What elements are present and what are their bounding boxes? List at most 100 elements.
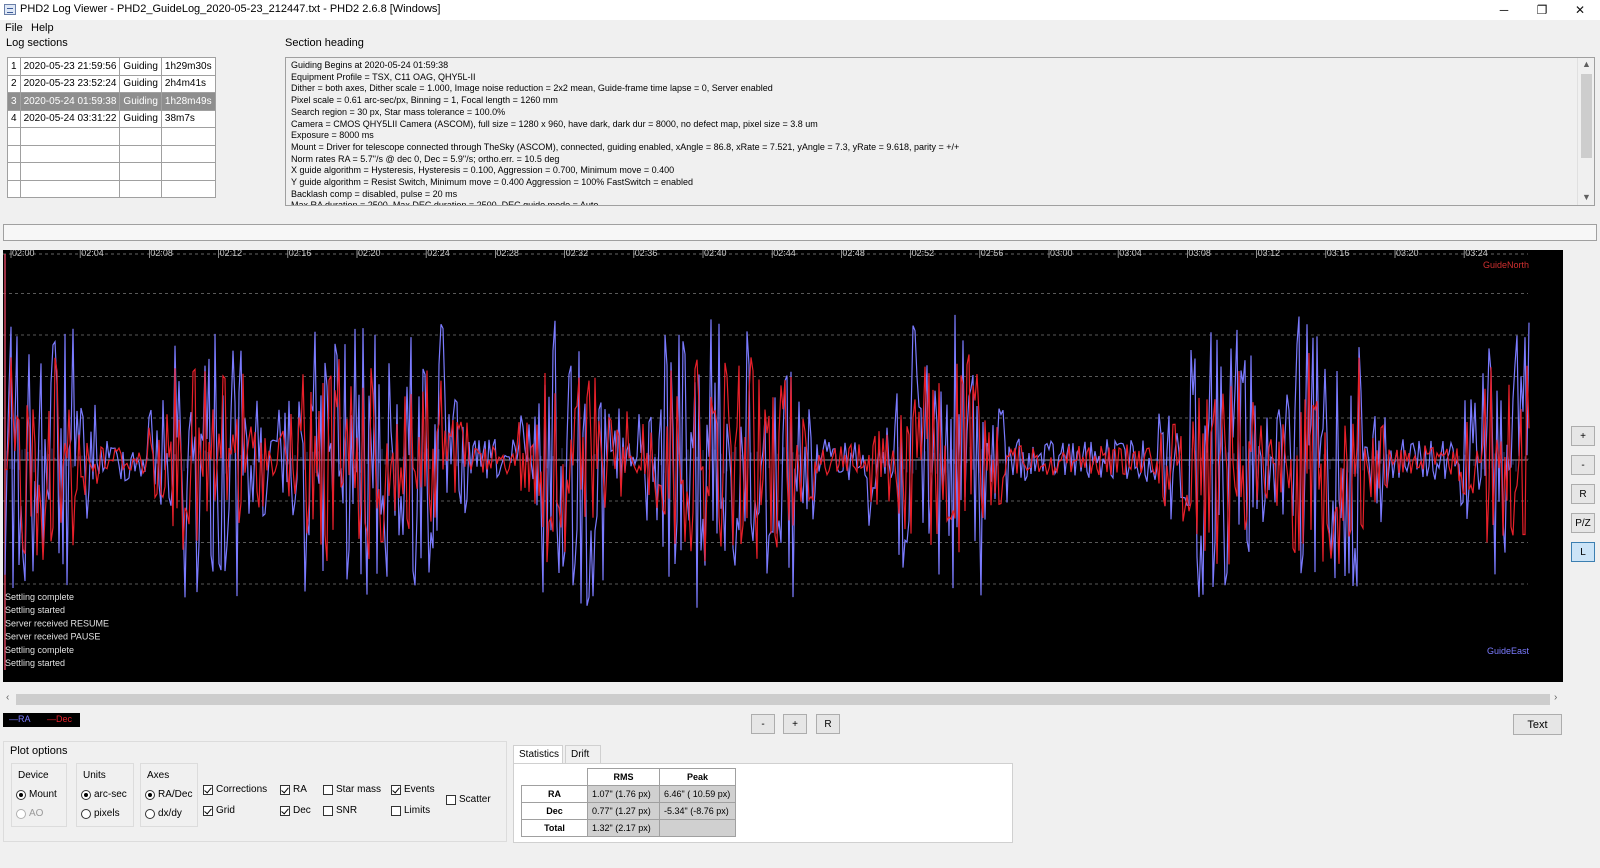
graph-scrollbar[interactable]: ‹ › [3, 691, 1563, 707]
zoom-in-small-button[interactable]: + [783, 714, 807, 734]
axes-dxdy-radio[interactable]: dx/dy [145, 808, 182, 819]
menu-help[interactable]: Help [31, 22, 54, 34]
cell-n: 4 [7, 109, 21, 128]
table-row[interactable] [7, 179, 216, 198]
cell-type: Guiding [119, 92, 162, 111]
zoom-out-button[interactable]: - [1571, 455, 1595, 475]
minimize-button[interactable]: ─ [1486, 0, 1522, 20]
section-progress-bar [3, 224, 1597, 241]
time-tick-label: 02:40 [704, 250, 727, 258]
table-row[interactable]: 1 2020-05-23 21:59:56 Guiding 1h29m30s [7, 57, 216, 76]
section-heading-text[interactable]: Guiding Begins at 2020-05-24 01:59:38 Equ… [285, 57, 1595, 206]
zoom-in-button[interactable]: + [1571, 426, 1595, 446]
table-row[interactable] [7, 144, 216, 163]
log-sections-label: Log sections [6, 37, 68, 49]
cell-start [19, 127, 121, 146]
time-tick-label: 02:04 [81, 250, 104, 258]
plot-options-label: Plot options [10, 745, 68, 757]
units-arcsec-radio[interactable]: arc-sec [81, 789, 127, 800]
legend-dec: —Dec [47, 714, 73, 724]
heading-line: Pixel scale = 0.61 arc-sec/px, Binning =… [291, 95, 558, 106]
lock-button[interactable]: L [1571, 542, 1595, 562]
star-mass-checkbox[interactable]: Star mass [323, 784, 381, 795]
guide-graph[interactable]: 02:00 02:04 02:08 02:12 02:16 02:20 02:24 02:28… [3, 250, 1563, 682]
reset-button[interactable]: R [1571, 484, 1595, 504]
checkbox-icon [391, 805, 401, 816]
cell-n [7, 162, 21, 181]
checkbox-icon [203, 784, 213, 795]
table-row[interactable] [7, 127, 216, 146]
scroll-up-icon[interactable]: ▲ [1582, 59, 1591, 69]
peak-header: Peak [659, 768, 736, 786]
peak-value: 6.46" ( 10.59 px) [659, 785, 736, 803]
ra-checkbox[interactable]: RA [280, 784, 307, 795]
event-label: Settling complete [5, 592, 74, 602]
time-tick-label: 02:56 [981, 250, 1004, 258]
cell-start: 2020-05-23 23:52:24 [19, 74, 121, 93]
cell-n [7, 179, 21, 198]
grid-checkbox[interactable]: Grid [203, 805, 235, 816]
time-tick-label: 03:16 [1327, 250, 1350, 258]
pan-zoom-button[interactable]: P/Z [1571, 513, 1595, 533]
reset-small-button[interactable]: R [816, 714, 840, 734]
table-row[interactable] [7, 162, 216, 181]
guide-east-label: GuideEast [1487, 646, 1530, 656]
scroll-right-icon[interactable]: › [1554, 692, 1557, 703]
table-row: Dec 0.77" (1.27 px) -5.34" (-8.76 px) [521, 802, 736, 820]
time-tick-label: 03:12 [1258, 250, 1281, 258]
scatter-checkbox[interactable]: Scatter [446, 794, 491, 805]
radio-icon [81, 789, 91, 800]
events-checkbox[interactable]: Events [391, 784, 435, 795]
table-row[interactable]: 3 2020-05-24 01:59:38 Guiding 1h28m49s [7, 92, 216, 111]
close-button[interactable]: ✕ [1562, 0, 1598, 20]
cell-type: Guiding [119, 109, 162, 128]
tab-drift[interactable]: Drift [565, 745, 601, 763]
cell-type [119, 144, 162, 163]
heading-lines: Guiding Begins at 2020-05-24 01:59:38 Equ… [291, 60, 1572, 205]
corrections-checkbox[interactable]: Corrections [203, 784, 267, 795]
rms-value: 0.77" (1.27 px) [587, 802, 660, 820]
heading-line: Norm rates RA = 5.7"/s @ dec 0, Dec = 5.… [291, 153, 560, 164]
limits-checkbox[interactable]: Limits [391, 805, 430, 816]
cell-start [19, 144, 121, 163]
window-title: PHD2 Log Viewer - PHD2_GuideLog_2020-05-… [20, 3, 441, 15]
cell-start [19, 162, 121, 181]
heading-line: Exposure = 8000 ms [291, 130, 374, 141]
radio-icon [145, 808, 155, 819]
menu-file[interactable]: File [5, 22, 23, 34]
scroll-left-icon[interactable]: ‹ [6, 692, 9, 703]
statistics-panel: RMS Peak RA 1.07" (1.76 px) 6.46" ( 10.5… [513, 763, 1013, 843]
device-ao-radio: AO [16, 808, 43, 819]
scroll-thumb[interactable] [1581, 74, 1592, 158]
event-label: Settling complete [5, 645, 74, 655]
cell-n: 2 [7, 74, 21, 93]
table-row[interactable]: 4 2020-05-24 03:31:22 Guiding 38m7s [7, 109, 216, 128]
checkbox-icon [280, 784, 290, 795]
tab-statistics[interactable]: Statistics [513, 745, 563, 763]
statistics-table: RMS Peak RA 1.07" (1.76 px) 6.46" ( 10.5… [521, 768, 736, 837]
title-bar: PHD2 Log Viewer - PHD2_GuideLog_2020-05-… [0, 0, 1600, 20]
scroll-thumb[interactable] [16, 694, 1550, 705]
time-tick-label: 03:20 [1396, 250, 1419, 258]
device-mount-radio[interactable]: Mount [16, 789, 57, 800]
heading-scrollbar[interactable]: ▲ ▼ [1577, 58, 1594, 205]
rms-value: 1.32" (2.17 px) [587, 819, 660, 837]
units-label: Units [83, 770, 106, 781]
time-tick-label: 02:52 [912, 250, 935, 258]
snr-checkbox[interactable]: SNR [323, 805, 357, 816]
axes-radec-radio[interactable]: RA/Dec [145, 789, 192, 800]
row-label: Total [521, 819, 588, 837]
restore-button[interactable]: ❐ [1524, 0, 1560, 20]
units-pixels-radio[interactable]: pixels [81, 808, 120, 819]
time-tick-label: 03:24 [1465, 250, 1488, 258]
scroll-down-icon[interactable]: ▼ [1582, 192, 1591, 202]
guide-north-label: GuideNorth [1483, 260, 1529, 270]
event-label: Server received PAUSE [5, 632, 100, 642]
zoom-out-small-button[interactable]: - [751, 714, 775, 734]
app-icon [4, 4, 16, 15]
text-button[interactable]: Text [1513, 714, 1562, 735]
table-row[interactable]: 2 2020-05-23 23:52:24 Guiding 2h4m41s [7, 74, 216, 93]
dec-checkbox[interactable]: Dec [280, 805, 311, 816]
cell-duration: 2h4m41s [160, 74, 216, 93]
table-row: Total 1.32" (2.17 px) [521, 819, 736, 837]
